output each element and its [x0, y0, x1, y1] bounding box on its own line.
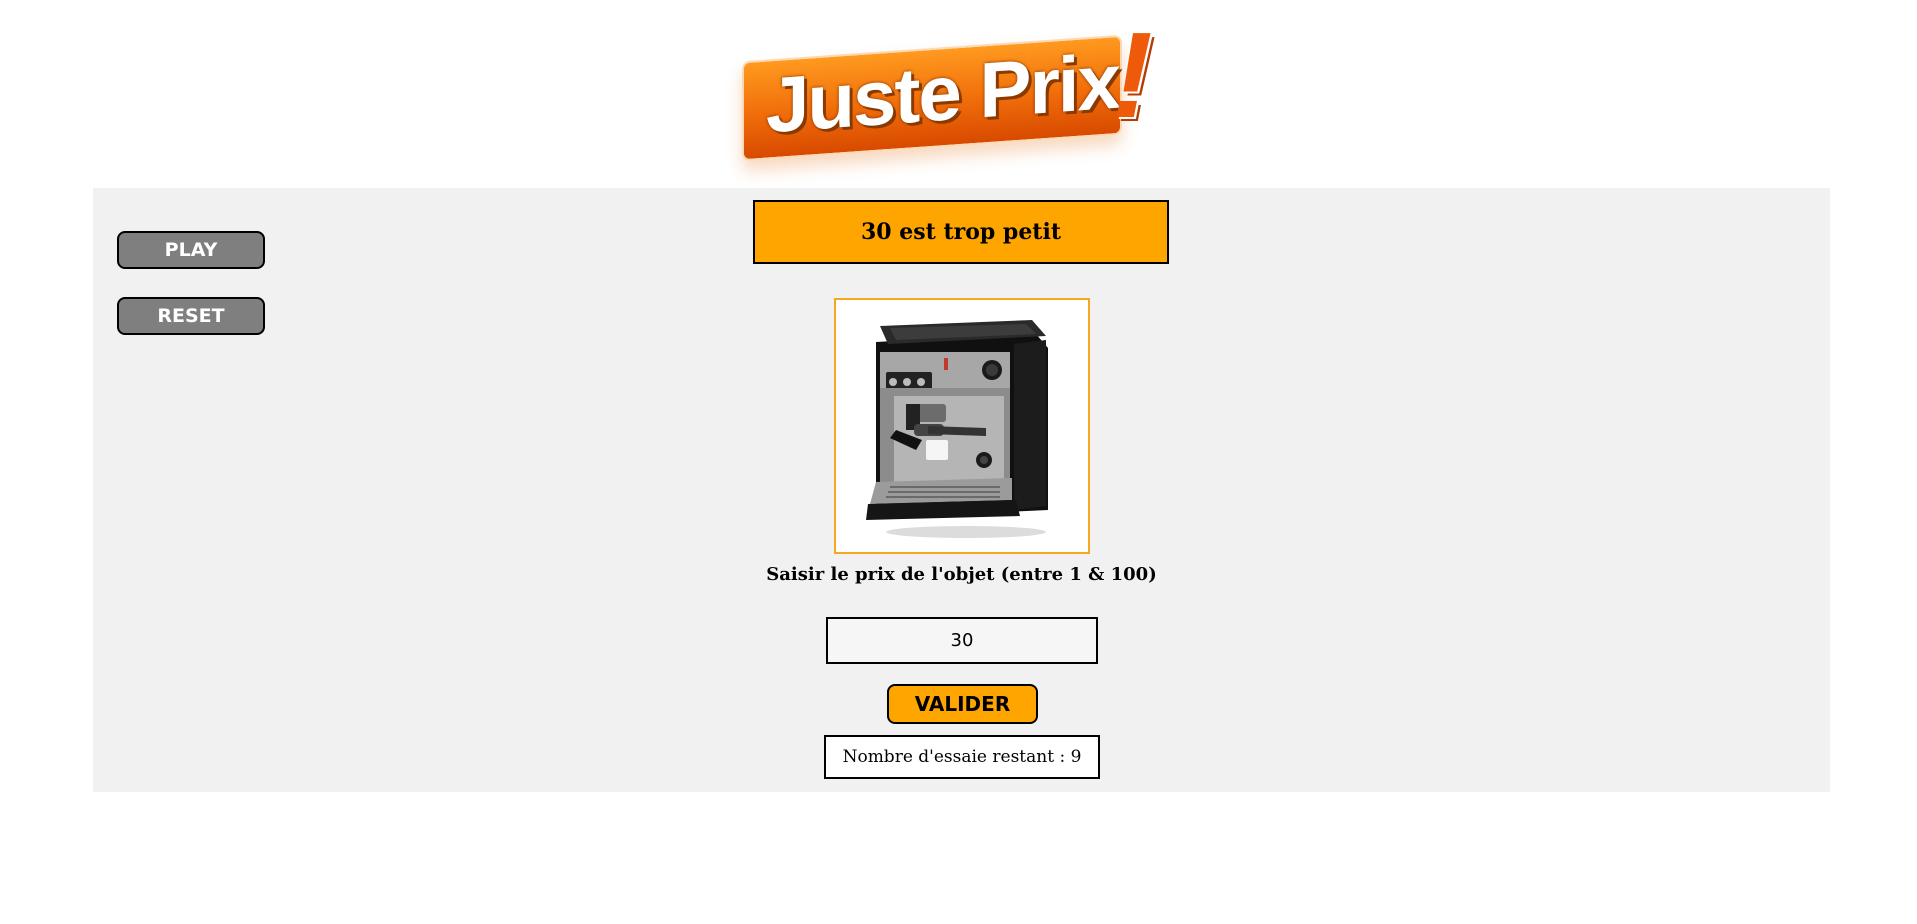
- play-button[interactable]: PLAY: [117, 231, 265, 269]
- valider-button[interactable]: VALIDER: [887, 684, 1038, 724]
- product-image: [834, 298, 1090, 554]
- game-panel: PLAY RESET 30 est trop petit Saisir le p…: [93, 188, 1830, 792]
- price-prompt: Saisir le prix de l'objet (entre 1 & 100…: [766, 564, 1157, 585]
- result-message: 30 est trop petit: [753, 200, 1169, 264]
- juste-prix-logo: Juste Prix !: [740, 14, 1180, 164]
- espresso-machine-icon: [866, 320, 1048, 538]
- price-input[interactable]: [826, 617, 1098, 664]
- logo-exclamation: !: [1112, 7, 1153, 143]
- remaining-tries: Nombre d'essaie restant : 9: [824, 735, 1100, 779]
- reset-button[interactable]: RESET: [117, 297, 265, 335]
